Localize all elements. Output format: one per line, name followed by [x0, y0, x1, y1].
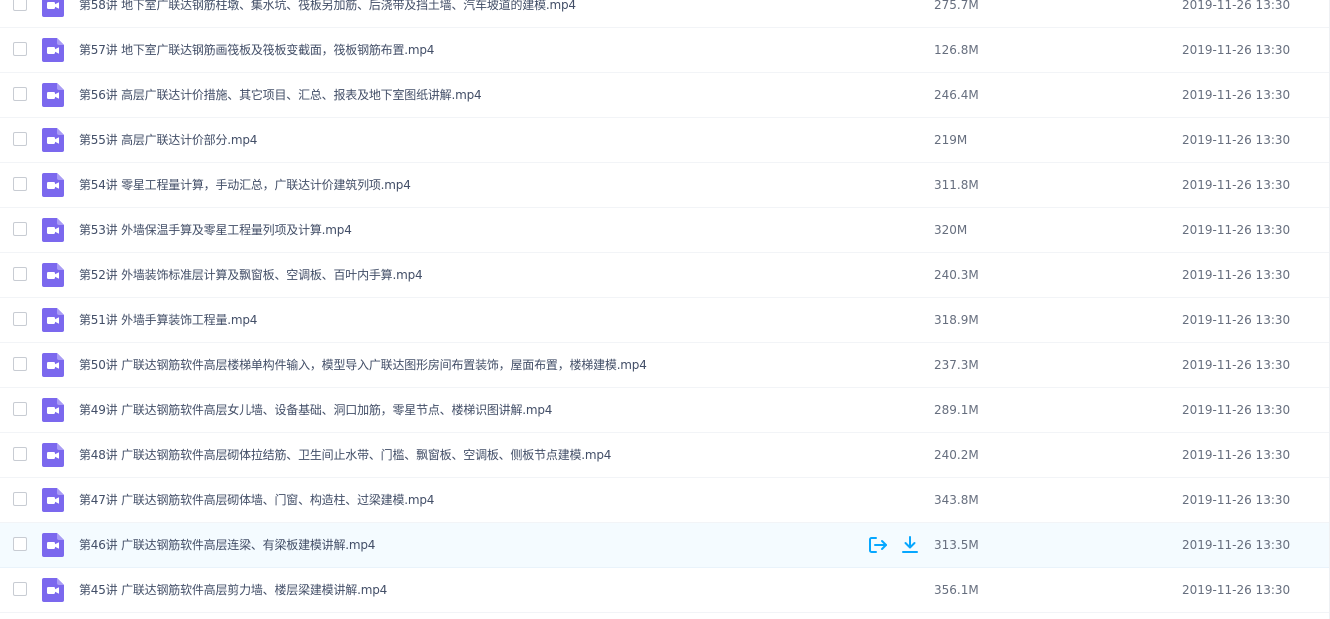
file-modified-date: 2019-11-26 13:30: [1182, 358, 1291, 372]
file-list: 第58讲 地下室广联达钢筋柱墩、集水坑、筏板另加筋、后浇带及挡土墙、汽车坡道的建…: [0, 0, 1330, 619]
file-modified-date: 2019-11-26 13:30: [1182, 403, 1291, 417]
file-name[interactable]: 第45讲 广联达钢筋软件高层剪力墙、楼层梁建模讲解.mp4: [79, 568, 387, 612]
video-file-icon: [42, 308, 64, 332]
file-size: 356.1M: [934, 583, 979, 597]
file-row[interactable]: 第58讲 地下室广联达钢筋柱墩、集水坑、筏板另加筋、后浇带及挡土墙、汽车坡道的建…: [0, 0, 1330, 28]
share-icon[interactable]: [868, 535, 888, 555]
video-file-icon: [42, 353, 64, 377]
file-modified-date: 2019-11-26 13:30: [1182, 43, 1291, 57]
file-modified-date: 2019-11-26 13:30: [1182, 583, 1291, 597]
video-file-icon: [42, 263, 64, 287]
file-row[interactable]: 第50讲 广联达钢筋软件高层楼梯单构件输入，模型导入广联达图形房间布置装饰，屋面…: [0, 343, 1330, 388]
file-modified-date: 2019-11-26 13:30: [1182, 0, 1291, 12]
row-checkbox[interactable]: [13, 312, 27, 326]
file-name[interactable]: 第47讲 广联达钢筋软件高层砌体墙、门窗、构造柱、过梁建模.mp4: [79, 478, 434, 522]
row-checkbox[interactable]: [13, 87, 27, 101]
file-name[interactable]: 第53讲 外墙保温手算及零星工程量列项及计算.mp4: [79, 208, 352, 252]
file-rows: 第58讲 地下室广联达钢筋柱墩、集水坑、筏板另加筋、后浇带及挡土墙、汽车坡道的建…: [0, 0, 1330, 613]
row-actions: [868, 535, 920, 555]
file-name[interactable]: 第50讲 广联达钢筋软件高层楼梯单构件输入，模型导入广联达图形房间布置装饰，屋面…: [79, 343, 647, 387]
file-size: 237.3M: [934, 358, 979, 372]
file-row[interactable]: 第57讲 地下室广联达钢筋画筏板及筏板变截面，筏板钢筋布置.mp4 126.8M…: [0, 28, 1330, 73]
row-checkbox[interactable]: [13, 222, 27, 236]
row-checkbox[interactable]: [13, 402, 27, 416]
file-row[interactable]: 第48讲 广联达钢筋软件高层砌体拉结筋、卫生间止水带、门槛、飘窗板、空调板、侧板…: [0, 433, 1330, 478]
file-name[interactable]: 第55讲 高层广联达计价部分.mp4: [79, 118, 257, 162]
video-file-icon: [42, 128, 64, 152]
row-checkbox[interactable]: [13, 492, 27, 506]
file-size: 289.1M: [934, 403, 979, 417]
file-modified-date: 2019-11-26 13:30: [1182, 133, 1291, 147]
row-checkbox[interactable]: [13, 537, 27, 551]
file-modified-date: 2019-11-26 13:30: [1182, 223, 1291, 237]
row-checkbox[interactable]: [13, 0, 27, 11]
file-size: 343.8M: [934, 493, 979, 507]
video-file-icon: [42, 218, 64, 242]
row-checkbox[interactable]: [13, 42, 27, 56]
video-file-icon: [42, 488, 64, 512]
row-checkbox[interactable]: [13, 357, 27, 371]
video-file-icon: [42, 443, 64, 467]
file-size: 313.5M: [934, 538, 979, 552]
file-size: 126.8M: [934, 43, 979, 57]
download-icon[interactable]: [900, 535, 920, 555]
file-name[interactable]: 第48讲 广联达钢筋软件高层砌体拉结筋、卫生间止水带、门槛、飘窗板、空调板、侧板…: [79, 433, 611, 477]
file-modified-date: 2019-11-26 13:30: [1182, 268, 1291, 282]
file-modified-date: 2019-11-26 13:30: [1182, 493, 1291, 507]
file-row[interactable]: 第47讲 广联达钢筋软件高层砌体墙、门窗、构造柱、过梁建模.mp4 343.8M…: [0, 478, 1330, 523]
file-size: 246.4M: [934, 88, 979, 102]
video-file-icon: [42, 533, 64, 557]
file-modified-date: 2019-11-26 13:30: [1182, 313, 1291, 327]
row-checkbox[interactable]: [13, 132, 27, 146]
file-modified-date: 2019-11-26 13:30: [1182, 538, 1291, 552]
video-file-icon: [42, 83, 64, 107]
file-size: 219M: [934, 133, 968, 147]
video-file-icon: [42, 38, 64, 62]
file-row[interactable]: 第54讲 零星工程量计算，手动汇总，广联达计价建筑列项.mp4 311.8M 2…: [0, 163, 1330, 208]
file-name[interactable]: 第57讲 地下室广联达钢筋画筏板及筏板变截面，筏板钢筋布置.mp4: [79, 28, 434, 72]
file-row[interactable]: 第49讲 广联达钢筋软件高层女儿墙、设备基础、洞口加筋，零星节点、楼梯识图讲解.…: [0, 388, 1330, 433]
file-row[interactable]: 第52讲 外墙装饰标准层计算及飘窗板、空调板、百叶内手算.mp4 240.3M …: [0, 253, 1330, 298]
file-size: 275.7M: [934, 0, 979, 12]
row-checkbox[interactable]: [13, 267, 27, 281]
row-checkbox[interactable]: [13, 582, 27, 596]
file-modified-date: 2019-11-26 13:30: [1182, 448, 1291, 462]
video-file-icon: [42, 0, 64, 17]
file-name[interactable]: 第51讲 外墙手算装饰工程量.mp4: [79, 298, 257, 342]
video-file-icon: [42, 173, 64, 197]
file-name[interactable]: 第46讲 广联达钢筋软件高层连梁、有梁板建模讲解.mp4: [79, 523, 375, 567]
file-row[interactable]: 第55讲 高层广联达计价部分.mp4 219M 2019-11-26 13:30: [0, 118, 1330, 163]
file-row[interactable]: 第53讲 外墙保温手算及零星工程量列项及计算.mp4 320M 2019-11-…: [0, 208, 1330, 253]
file-name[interactable]: 第58讲 地下室广联达钢筋柱墩、集水坑、筏板另加筋、后浇带及挡土墙、汽车坡道的建…: [79, 0, 576, 27]
video-file-icon: [42, 398, 64, 422]
file-size: 318.9M: [934, 313, 979, 327]
file-row[interactable]: 第45讲 广联达钢筋软件高层剪力墙、楼层梁建模讲解.mp4 356.1M 201…: [0, 568, 1330, 613]
file-row[interactable]: 第46讲 广联达钢筋软件高层连梁、有梁板建模讲解.mp4 313.5M 2019…: [0, 523, 1330, 568]
file-name[interactable]: 第52讲 外墙装饰标准层计算及飘窗板、空调板、百叶内手算.mp4: [79, 253, 423, 297]
file-modified-date: 2019-11-26 13:30: [1182, 178, 1291, 192]
file-row[interactable]: 第51讲 外墙手算装饰工程量.mp4 318.9M 2019-11-26 13:…: [0, 298, 1330, 343]
file-size: 240.2M: [934, 448, 979, 462]
video-file-icon: [42, 578, 64, 602]
file-modified-date: 2019-11-26 13:30: [1182, 88, 1291, 102]
file-name[interactable]: 第54讲 零星工程量计算，手动汇总，广联达计价建筑列项.mp4: [79, 163, 411, 207]
file-row[interactable]: 第56讲 高层广联达计价措施、其它项目、汇总、报表及地下室图纸讲解.mp4 24…: [0, 73, 1330, 118]
file-size: 240.3M: [934, 268, 979, 282]
row-checkbox[interactable]: [13, 447, 27, 461]
file-size: 311.8M: [934, 178, 979, 192]
file-name[interactable]: 第56讲 高层广联达计价措施、其它项目、汇总、报表及地下室图纸讲解.mp4: [79, 73, 482, 117]
file-name[interactable]: 第49讲 广联达钢筋软件高层女儿墙、设备基础、洞口加筋，零星节点、楼梯识图讲解.…: [79, 388, 552, 432]
row-checkbox[interactable]: [13, 177, 27, 191]
file-size: 320M: [934, 223, 968, 237]
